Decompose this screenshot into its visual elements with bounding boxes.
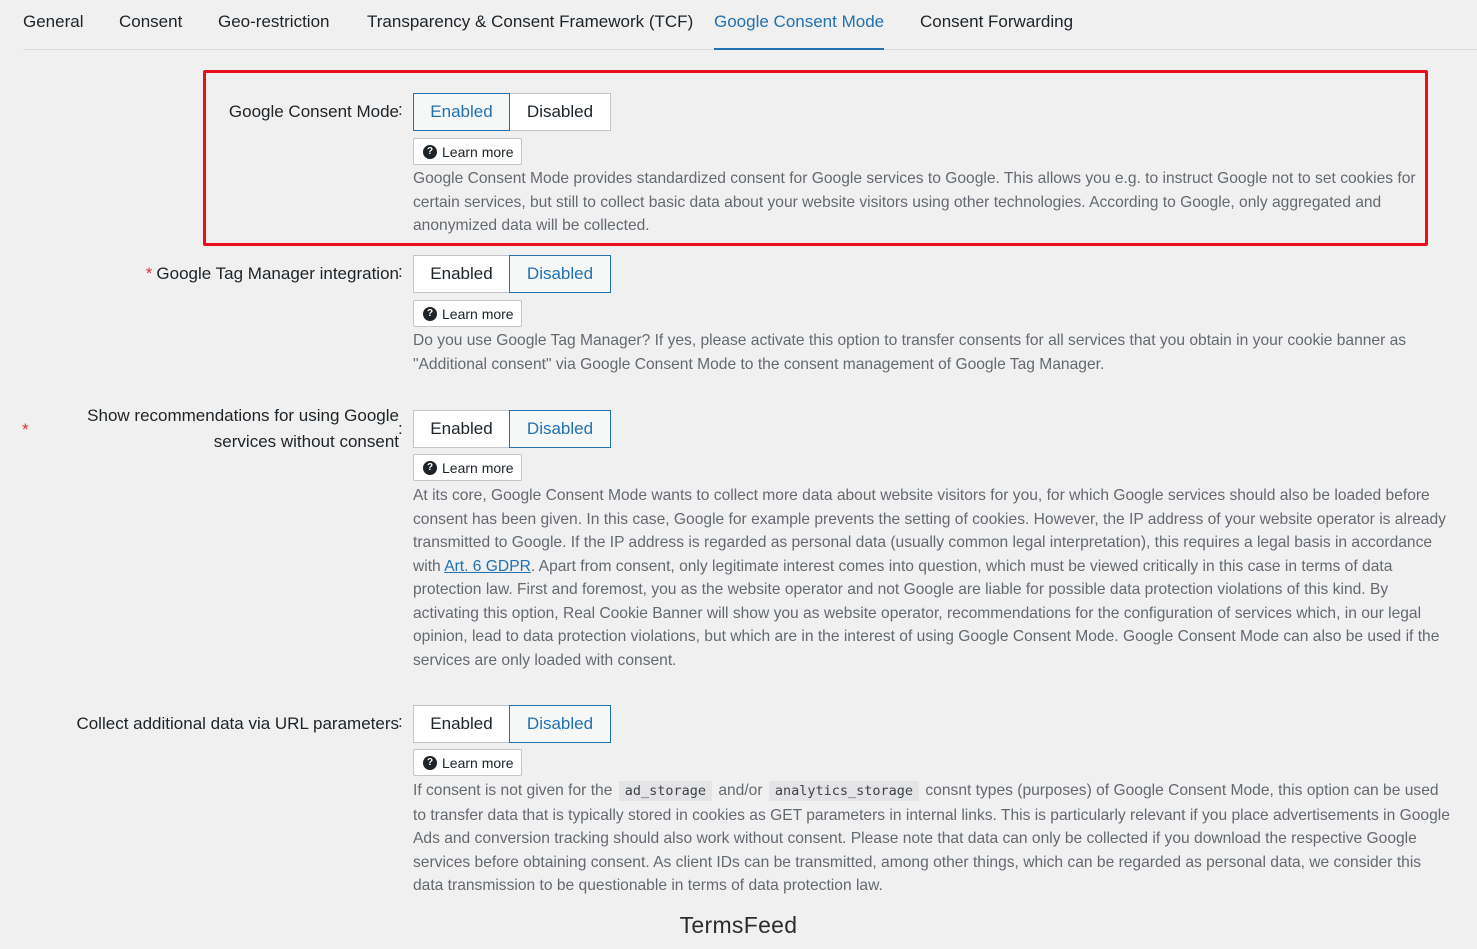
tab-consent[interactable]: Consent bbox=[119, 11, 182, 33]
url-parameters-toggle: Enabled Disabled bbox=[413, 705, 611, 743]
setting-label-line1: Show recommendations for using Google bbox=[87, 406, 399, 425]
tab-google-consent-mode[interactable]: Google Consent Mode bbox=[714, 11, 885, 50]
show-recommendations-disabled-button[interactable]: Disabled bbox=[509, 410, 611, 448]
learn-more-label: Learn more bbox=[442, 305, 514, 322]
label-colon: : bbox=[398, 712, 403, 731]
setting-description: If consent is not given for the ad_stora… bbox=[413, 779, 1453, 898]
setting-label-line2: services without consent bbox=[213, 432, 399, 451]
learn-more-label: Learn more bbox=[442, 754, 514, 771]
show-recommendations-enabled-button[interactable]: Enabled bbox=[413, 410, 510, 448]
termsfeed-watermark: TermsFeed bbox=[679, 912, 798, 938]
analytics-storage-code: analytics_storage bbox=[768, 781, 920, 801]
setting-description: Google Consent Mode provides standardize… bbox=[413, 170, 1416, 234]
google-tag-manager-disabled-button[interactable]: Disabled bbox=[509, 255, 611, 293]
setting-label-show-recommendations: Show recommendations for using Google se… bbox=[87, 403, 399, 455]
learn-more-label: Learn more bbox=[442, 143, 514, 160]
required-asterisk: * bbox=[22, 420, 29, 439]
tab-tcf[interactable]: Transparency & Consent Framework (TCF) bbox=[367, 11, 693, 33]
google-consent-mode-toggle: Enabled Disabled bbox=[413, 93, 611, 131]
google-tag-manager-enabled-button[interactable]: Enabled bbox=[413, 255, 510, 293]
settings-tabs: General Consent Geo-restriction Transpar… bbox=[23, 0, 1477, 50]
setting-label-url-parameters: Collect additional data via URL paramete… bbox=[76, 711, 399, 737]
url-parameters-enabled-button[interactable]: Enabled bbox=[413, 705, 510, 743]
tab-general[interactable]: General bbox=[23, 11, 83, 33]
required-asterisk: * bbox=[145, 264, 153, 283]
learn-more-button[interactable]: ? Learn more bbox=[413, 300, 522, 327]
question-icon: ? bbox=[423, 144, 437, 159]
ad-storage-code: ad_storage bbox=[618, 781, 712, 801]
learn-more-label: Learn more bbox=[442, 459, 514, 476]
setting-label-google-consent-mode: Google Consent Mode bbox=[229, 99, 399, 125]
setting-description: At its core, Google Consent Mode wants t… bbox=[413, 484, 1453, 672]
setting-label-google-tag-manager: * Google Tag Manager integration bbox=[146, 261, 399, 287]
google-tag-manager-toggle: Enabled Disabled bbox=[413, 255, 611, 293]
setting-description: Do you use Google Tag Manager? If yes, p… bbox=[413, 332, 1407, 373]
label-colon: : bbox=[398, 419, 403, 438]
learn-more-button[interactable]: ? Learn more bbox=[413, 138, 522, 165]
url-parameters-disabled-button[interactable]: Disabled bbox=[509, 705, 611, 743]
show-recommendations-toggle: Enabled Disabled bbox=[413, 410, 611, 448]
setting-label-text: Google Consent Mode bbox=[228, 102, 399, 121]
tab-geo-restriction[interactable]: Geo-restriction bbox=[218, 11, 329, 33]
setting-label-text: Google Tag Manager integration bbox=[156, 264, 399, 283]
learn-more-button[interactable]: ? Learn more bbox=[413, 749, 522, 776]
question-icon: ? bbox=[423, 306, 437, 321]
google-consent-mode-disabled-button[interactable]: Disabled bbox=[509, 93, 611, 131]
question-icon: ? bbox=[423, 460, 437, 475]
setting-label-text: Collect additional data via URL paramete… bbox=[76, 714, 399, 733]
label-colon: : bbox=[398, 262, 403, 281]
art-6-gdpr-link[interactable]: Art. 6 GDPR bbox=[444, 558, 531, 575]
label-colon: : bbox=[398, 100, 403, 119]
google-consent-mode-enabled-button[interactable]: Enabled bbox=[413, 93, 510, 131]
learn-more-button[interactable]: ? Learn more bbox=[413, 454, 522, 481]
question-icon: ? bbox=[423, 755, 437, 770]
tab-consent-forwarding[interactable]: Consent Forwarding bbox=[920, 11, 1073, 33]
description-text: If consent is not given for the bbox=[413, 782, 617, 799]
description-text: . Apart from consent, only legitimate in… bbox=[413, 557, 1440, 669]
description-text: and/or bbox=[713, 782, 767, 799]
